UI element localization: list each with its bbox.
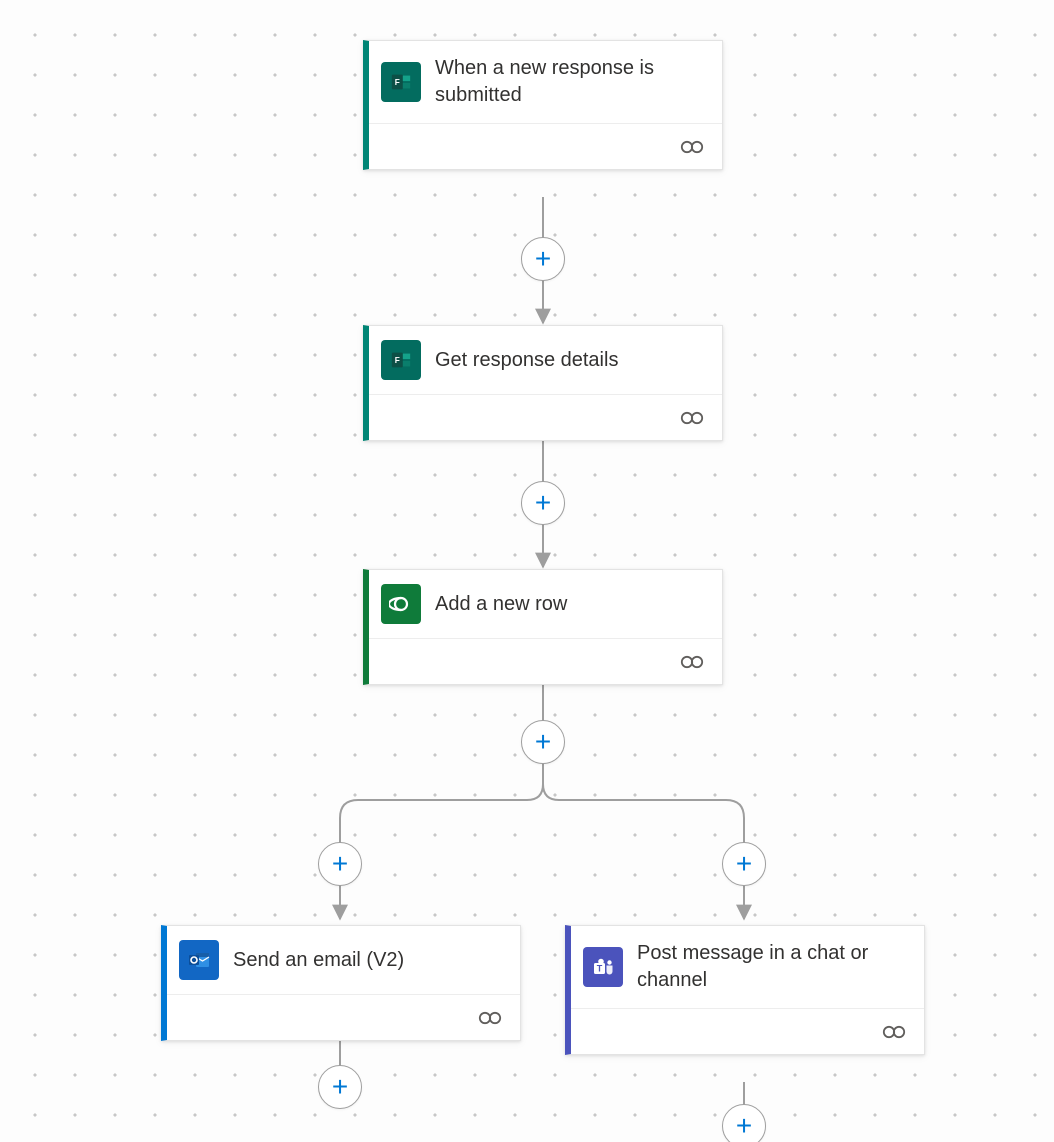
plus-icon: + bbox=[736, 850, 752, 878]
add-step-button[interactable]: + bbox=[318, 842, 362, 886]
add-step-button[interactable]: + bbox=[521, 237, 565, 281]
node-title: When a new response is submitted bbox=[435, 55, 706, 109]
node-title: Send an email (V2) bbox=[233, 947, 404, 974]
node-title: Get response details bbox=[435, 347, 618, 374]
add-step-button[interactable]: + bbox=[722, 842, 766, 886]
add-step-button[interactable]: + bbox=[318, 1065, 362, 1109]
svg-text:F: F bbox=[395, 78, 400, 87]
teams-icon: T bbox=[583, 947, 623, 987]
plus-icon: + bbox=[535, 489, 551, 517]
flow-node-post-teams-message[interactable]: T Post message in a chat or channel bbox=[565, 925, 925, 1055]
connection-icon bbox=[882, 1024, 906, 1040]
node-title: Post message in a chat or channel bbox=[637, 940, 908, 994]
add-step-button[interactable]: + bbox=[521, 481, 565, 525]
plus-icon: + bbox=[535, 728, 551, 756]
plus-icon: + bbox=[332, 850, 348, 878]
forms-icon: F bbox=[381, 62, 421, 102]
plus-icon: + bbox=[535, 245, 551, 273]
connection-icon bbox=[680, 139, 704, 155]
flow-node-send-email[interactable]: Send an email (V2) bbox=[161, 925, 521, 1041]
flow-node-get-response-details[interactable]: F Get response details bbox=[363, 325, 723, 441]
outlook-icon bbox=[179, 940, 219, 980]
node-title: Add a new row bbox=[435, 591, 567, 618]
dataverse-icon bbox=[381, 584, 421, 624]
plus-icon: + bbox=[332, 1073, 348, 1101]
add-step-button[interactable]: + bbox=[521, 720, 565, 764]
add-step-button[interactable]: + bbox=[722, 1104, 766, 1142]
connection-icon bbox=[680, 654, 704, 670]
connection-icon bbox=[680, 410, 704, 426]
flow-node-trigger[interactable]: F When a new response is submitted bbox=[363, 40, 723, 170]
flow-node-add-row[interactable]: Add a new row bbox=[363, 569, 723, 685]
svg-text:F: F bbox=[395, 356, 400, 365]
connection-icon bbox=[478, 1010, 502, 1026]
forms-icon: F bbox=[381, 340, 421, 380]
plus-icon: + bbox=[736, 1112, 752, 1140]
svg-text:T: T bbox=[597, 964, 603, 974]
